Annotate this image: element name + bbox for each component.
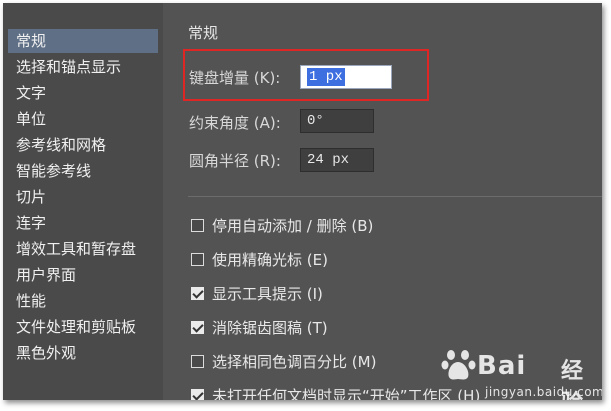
checkbox-label: 停用自动添加 / 删除 (B) bbox=[212, 217, 374, 235]
checkbox-box[interactable] bbox=[191, 287, 204, 300]
checkbox-box[interactable] bbox=[191, 253, 204, 266]
watermark-brand: Bai bbox=[477, 351, 527, 381]
sidebar-item-type[interactable]: 文字 bbox=[8, 81, 158, 105]
checkbox-label: 显示工具提示 (I) bbox=[212, 285, 323, 303]
checkbox-label: 消除锯齿图稿 (T) bbox=[212, 319, 328, 337]
sidebar-item-slices[interactable]: 切片 bbox=[8, 185, 158, 209]
sidebar-item-units[interactable]: 单位 bbox=[8, 107, 158, 131]
sidebar-item-performance[interactable]: 性能 bbox=[8, 289, 158, 313]
checkbox-box[interactable] bbox=[191, 219, 204, 232]
checkbox-box[interactable] bbox=[191, 389, 204, 400]
sidebar-item-general[interactable]: 常规 bbox=[8, 29, 158, 53]
checkbox-box[interactable] bbox=[191, 355, 204, 368]
sidebar-item-hyphenation[interactable]: 连字 bbox=[8, 211, 158, 235]
sidebar-item-selection-anchor[interactable]: 选择和锚点显示 bbox=[8, 55, 158, 79]
checkbox-show-tool-tips[interactable]: 显示工具提示 (I) bbox=[191, 284, 323, 304]
highlight-annotation-box bbox=[183, 49, 429, 101]
sidebar-item-smart-guides[interactable]: 智能参考线 bbox=[8, 159, 158, 183]
section-title: 常规 bbox=[188, 24, 219, 42]
sidebar-item-black-appearance[interactable]: 黑色外观 bbox=[8, 341, 158, 365]
checkbox-box[interactable] bbox=[191, 321, 204, 334]
sidebar-item-file-clipboard[interactable]: 文件处理和剪贴板 bbox=[8, 315, 158, 339]
checkbox-disable-auto-add-delete[interactable]: 停用自动添加 / 删除 (B) bbox=[191, 216, 373, 236]
checkbox-anti-aliased-artwork[interactable]: 消除锯齿图稿 (T) bbox=[191, 318, 328, 338]
checkbox-select-same-tint[interactable]: 选择相同色调百分比 (M) bbox=[191, 352, 376, 372]
corner-radius-label: 圆角半径 (R): bbox=[189, 152, 281, 170]
checkbox-precise-cursors[interactable]: 使用精确光标 (E) bbox=[191, 250, 328, 270]
checkbox-label: 选择相同色调百分比 (M) bbox=[212, 353, 377, 371]
corner-radius-input[interactable]: 24 px bbox=[300, 148, 374, 172]
sidebar-item-plugins-scratch[interactable]: 增效工具和暂存盘 bbox=[8, 237, 158, 261]
paw-logo-icon bbox=[441, 350, 476, 380]
constrain-angle-label: 约束角度 (A): bbox=[189, 114, 281, 132]
preferences-sidebar: 常规 选择和锚点显示 文字 单位 参考线和网格 智能参考线 切片 连字 增效工具… bbox=[3, 3, 163, 400]
sidebar-item-guides-grid[interactable]: 参考线和网格 bbox=[8, 133, 158, 157]
baidu-jingyan-watermark: Bai 经验 jingyan.baidu.com bbox=[433, 341, 602, 400]
sidebar-item-user-interface[interactable]: 用户界面 bbox=[8, 263, 158, 287]
constrain-angle-input[interactable]: 0° bbox=[300, 109, 374, 133]
section-divider bbox=[188, 196, 602, 197]
checkbox-label: 使用精确光标 (E) bbox=[212, 251, 328, 269]
preferences-dialog: 常规 选择和锚点显示 文字 单位 参考线和网格 智能参考线 切片 连字 增效工具… bbox=[3, 3, 602, 400]
watermark-url: jingyan.baidu.com bbox=[485, 385, 602, 399]
